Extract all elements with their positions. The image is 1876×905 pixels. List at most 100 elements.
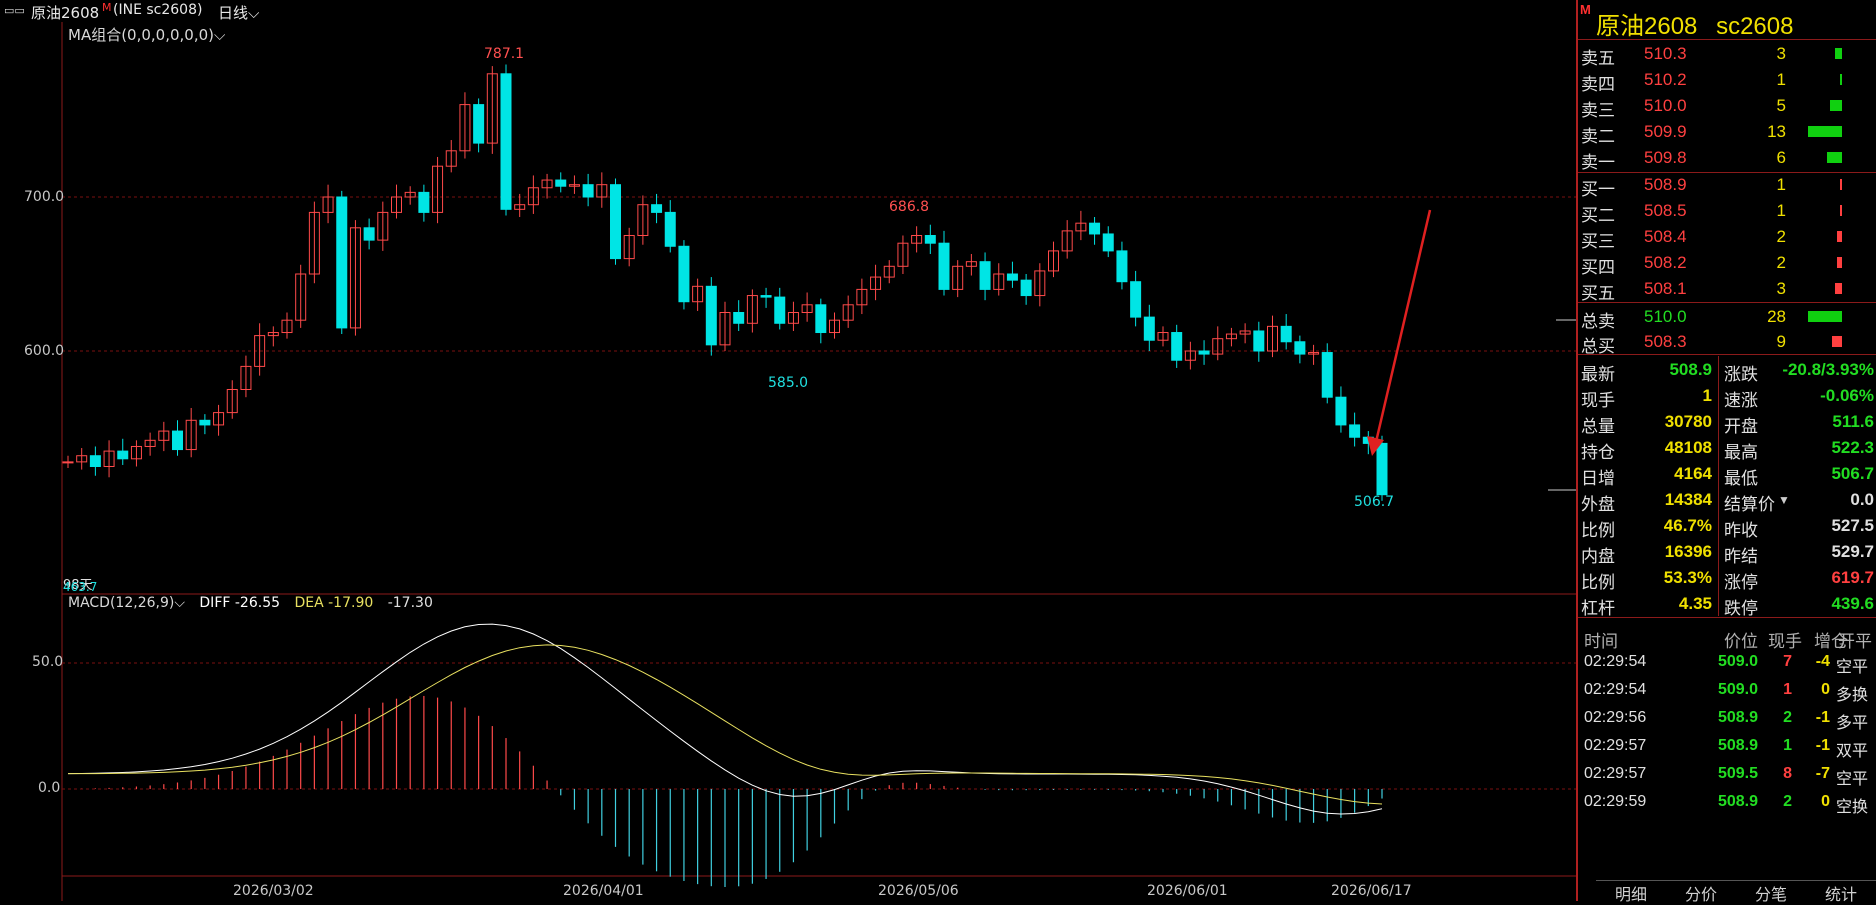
bid-label: 买四 bbox=[1581, 258, 1615, 277]
stat-label: 最高 bbox=[1724, 443, 1758, 462]
tick-time: 02:29:57 bbox=[1584, 765, 1647, 782]
stat-value: 508.9 bbox=[1669, 360, 1712, 379]
ask-row[interactable]: 卖四 510.2 1 bbox=[1578, 67, 1876, 94]
tick-price: 509.0 bbox=[1717, 653, 1758, 670]
macd-diff-line bbox=[67, 623, 1383, 815]
candle-down bbox=[924, 235, 936, 244]
candle-down bbox=[199, 419, 211, 426]
ask-row[interactable]: 卖一 509.8 6 bbox=[1578, 145, 1876, 172]
ask-price: 509.8 bbox=[1644, 148, 1687, 167]
stat-label: 昨收 bbox=[1724, 521, 1758, 540]
bid-volume-bar bbox=[1837, 257, 1842, 268]
stat-label: 昨结 bbox=[1724, 547, 1758, 566]
tab-price-distribution[interactable]: 分价 bbox=[1666, 881, 1736, 904]
tab-statistics[interactable]: 统计 bbox=[1806, 881, 1876, 904]
tick-row[interactable]: 02:29:57 508.9 1 -1 双平 bbox=[1578, 734, 1876, 760]
candle-down bbox=[815, 304, 827, 334]
stat-label: 涨跌 bbox=[1724, 365, 1758, 384]
ask-volume-bar bbox=[1830, 100, 1842, 111]
ask-volume: 3 bbox=[1776, 44, 1786, 63]
tick-row[interactable]: 02:29:56 508.9 2 -1 多平 bbox=[1578, 706, 1876, 732]
ask-price: 510.3 bbox=[1644, 44, 1687, 63]
ma-indicator-selector[interactable]: MA组合(0,0,0,0,0,0)⌵ bbox=[68, 24, 225, 45]
tick-oi: 0 bbox=[1821, 681, 1830, 698]
ask-row[interactable]: 卖二 509.9 13 bbox=[1578, 119, 1876, 146]
candle-down bbox=[1171, 332, 1183, 361]
tab-details[interactable]: 明细 bbox=[1596, 881, 1666, 904]
macd-selector[interactable]: MACD(12,26,9)⌵ bbox=[68, 595, 185, 611]
annotation-high-787: 787.1 bbox=[484, 46, 525, 62]
stat-value: 46.7% bbox=[1663, 516, 1712, 535]
quote-panel: M 原油2608 sc2608 卖五 510.3 3 卖四 510.2 1 卖三 510.0 5… bbox=[1576, 0, 1876, 904]
candle-up bbox=[62, 461, 74, 464]
stat-value: 48108 bbox=[1664, 438, 1712, 457]
candle-down bbox=[1321, 352, 1333, 398]
stat-label: 速涨 bbox=[1724, 391, 1758, 410]
kline-chart-svg[interactable] bbox=[0, 0, 1576, 901]
panel-title: 原油2608 sc2608 bbox=[1596, 6, 1793, 41]
tick-type: 空平 bbox=[1836, 659, 1869, 676]
stat-value: 439.6 bbox=[1831, 594, 1874, 613]
tick-price: 509.5 bbox=[1717, 765, 1758, 782]
ticks-header-type: 开平 bbox=[1838, 632, 1872, 651]
tick-price: 508.9 bbox=[1717, 709, 1758, 726]
stat-label: 现手 bbox=[1581, 391, 1615, 410]
ticks-header: 时间 价位 现手 增仓 开平 bbox=[1578, 624, 1876, 651]
bid-label: 买二 bbox=[1581, 206, 1615, 225]
tick-row[interactable]: 02:29:54 509.0 1 0 多换 bbox=[1578, 678, 1876, 704]
y-tick-700: 700.0 bbox=[24, 189, 65, 205]
bid-row[interactable]: 买三 508.4 2 bbox=[1578, 224, 1876, 251]
bid-row[interactable]: 买二 508.5 1 bbox=[1578, 198, 1876, 225]
chevron-down-icon[interactable]: ▼ bbox=[1778, 493, 1790, 507]
annotation-high-686: 686.8 bbox=[889, 199, 930, 215]
tick-time: 02:29:59 bbox=[1584, 793, 1647, 810]
stat-row: 内盘 16396 昨结 529.7 bbox=[1578, 539, 1876, 566]
candle-down bbox=[1253, 330, 1265, 352]
ask-row[interactable]: 卖三 510.0 5 bbox=[1578, 93, 1876, 120]
total-price: 510.0 bbox=[1644, 307, 1687, 326]
stat-label: 杠杆 bbox=[1581, 599, 1615, 618]
stat-label: 最新 bbox=[1581, 365, 1615, 384]
bid-price: 508.9 bbox=[1644, 175, 1687, 194]
bid-row[interactable]: 买五 508.1 3 bbox=[1578, 276, 1876, 303]
tick-row[interactable]: 02:29:57 509.5 8 -7 空平 bbox=[1578, 762, 1876, 788]
tick-price: 509.0 bbox=[1717, 681, 1758, 698]
tick-row[interactable]: 02:29:59 508.9 2 0 空换 bbox=[1578, 790, 1876, 816]
tick-time: 02:29:57 bbox=[1584, 737, 1647, 754]
tab-tick-trades[interactable]: 分笔 bbox=[1736, 881, 1806, 904]
stat-label: 持仓 bbox=[1581, 443, 1615, 462]
ask-volume-bar bbox=[1808, 126, 1842, 137]
ask-label: 卖三 bbox=[1581, 101, 1615, 120]
ask-volume-bar bbox=[1840, 74, 1842, 85]
tick-oi: 0 bbox=[1821, 793, 1830, 810]
bid-volume: 1 bbox=[1776, 175, 1786, 194]
candle-down bbox=[733, 312, 745, 324]
symbol-name: 原油2608 bbox=[31, 4, 100, 22]
period-selector[interactable]: 日线⌵ bbox=[218, 2, 259, 23]
candle-down bbox=[938, 242, 950, 290]
bid-volume-bar bbox=[1840, 179, 1842, 190]
ask-volume: 1 bbox=[1776, 70, 1786, 89]
stat-value: 16396 bbox=[1664, 542, 1712, 561]
candle-down bbox=[336, 196, 348, 329]
window-menu-icon[interactable]: ▭▭ bbox=[4, 4, 25, 17]
chart-area[interactable]: ▭▭ 原油2608 M (INE sc2608) 日线⌵ MA组合(0,0,0,… bbox=[0, 0, 1576, 901]
candle-down bbox=[89, 455, 101, 468]
ask-row[interactable]: 卖五 510.3 3 bbox=[1578, 41, 1876, 68]
tick-qty: 7 bbox=[1783, 653, 1792, 670]
total-row: 总卖 510.0 28 bbox=[1578, 304, 1876, 331]
ask-price: 510.2 bbox=[1644, 70, 1687, 89]
annotation-low-585: 585.0 bbox=[768, 375, 809, 391]
stat-value: 506.7 bbox=[1831, 464, 1874, 483]
panel-code: sc2608 bbox=[1716, 13, 1794, 40]
bid-row[interactable]: 买四 508.2 2 bbox=[1578, 250, 1876, 277]
chevron-down-icon: ⌵ bbox=[214, 26, 226, 44]
bid-row[interactable]: 买一 508.9 1 bbox=[1578, 172, 1876, 199]
x-tick-0506: 2026/05/06 bbox=[878, 883, 959, 899]
period-label: 日线 bbox=[218, 4, 249, 22]
tick-oi: -7 bbox=[1815, 765, 1830, 782]
stat-row: 日增 4164 最低 506.7 bbox=[1578, 461, 1876, 488]
stat-value: 4164 bbox=[1674, 464, 1712, 483]
tick-row[interactable]: 02:29:54 509.0 7 -4 空平 bbox=[1578, 650, 1876, 676]
total-volume: 9 bbox=[1776, 332, 1786, 351]
